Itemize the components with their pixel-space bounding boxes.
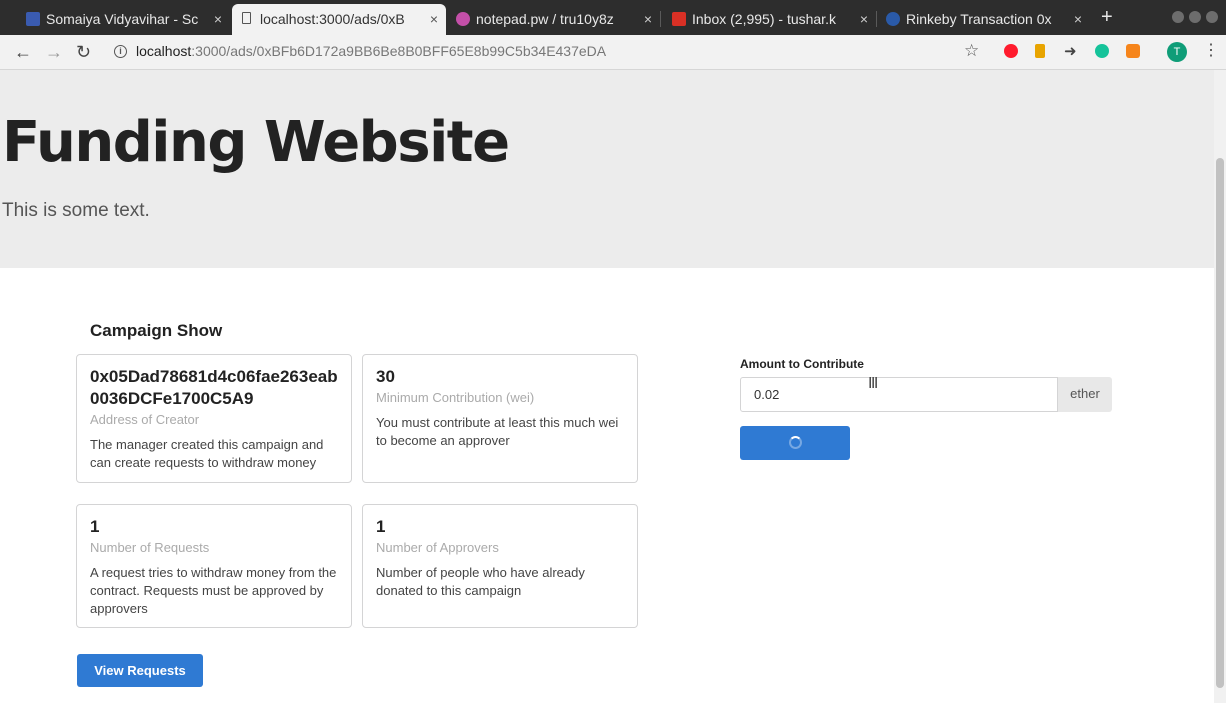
tab-title: localhost:3000/ads/0xB — [260, 11, 405, 27]
forward-arrow-icon[interactable]: → — [45, 41, 63, 63]
contribute-button[interactable] — [740, 426, 850, 460]
creator-address-value: 0x05Dad78681d4c06fae263eab0036DCFe1700C5… — [90, 367, 338, 408]
close-window-icon[interactable] — [1206, 11, 1218, 23]
page-viewport: Funding Website This is some text. Campa… — [0, 70, 1214, 703]
creator-address-card: 0x05Dad78681d4c06fae263eab0036DCFe1700C5… — [76, 354, 352, 483]
approvers-count-value: 1 — [376, 517, 386, 536]
tab-separator — [660, 11, 661, 27]
jumbotron: Funding Website This is some text. — [0, 70, 1214, 268]
profile-avatar[interactable]: T — [1167, 42, 1187, 62]
browser-menu-icon[interactable]: ⋮ — [1203, 40, 1219, 60]
share-arrow-icon[interactable]: ➜ — [1064, 41, 1077, 63]
tab-separator — [876, 11, 877, 27]
tab-title: Inbox (2,995) - tushar.k — [692, 11, 836, 27]
etherscan-icon — [886, 12, 900, 26]
close-tab-icon[interactable]: × — [644, 4, 652, 35]
contribute-amount-label: Amount to Contribute — [740, 357, 864, 371]
somaiya-favicon-icon — [26, 12, 40, 26]
minimize-window-icon[interactable] — [1172, 11, 1184, 23]
minimum-contribution-meta: Minimum Contribution (wei) — [376, 390, 535, 405]
scrollbar-thumb[interactable] — [1216, 158, 1224, 688]
bars-extension-icon[interactable] — [1035, 44, 1045, 58]
requests-count-desc: A request tries to withdraw money from t… — [90, 565, 337, 616]
view-requests-button[interactable]: View Requests — [77, 654, 203, 687]
loading-spinner-icon — [788, 436, 802, 449]
requests-count-value: 1 — [90, 517, 100, 536]
close-tab-icon[interactable]: × — [214, 4, 222, 35]
tab-title: notepad.pw / tru10y8z — [476, 11, 614, 27]
close-tab-icon[interactable]: × — [860, 4, 868, 35]
back-arrow-icon[interactable]: ← — [14, 41, 32, 63]
tab-rinkeby[interactable]: Rinkeby Transaction 0x × — [878, 4, 1090, 35]
new-tab-button[interactable]: + — [1101, 5, 1113, 29]
creator-address-desc: The manager created this campaign and ca… — [90, 437, 324, 470]
page-subtitle: This is some text. — [2, 200, 150, 221]
gmail-icon — [672, 12, 686, 26]
campaign-heading: Campaign Show — [90, 321, 223, 340]
minimum-contribution-card: 30 Minimum Contribution (wei) You must c… — [362, 354, 638, 483]
approvers-count-desc: Number of people who have already donate… — [376, 565, 585, 598]
opera-extension-icon[interactable] — [1004, 44, 1018, 58]
bookmark-star-icon[interactable]: ☆ — [964, 41, 979, 61]
close-tab-icon[interactable]: × — [1074, 4, 1082, 35]
minimum-contribution-value: 30 — [376, 367, 395, 386]
maximize-window-icon[interactable] — [1189, 11, 1201, 23]
approvers-count-meta: Number of Approvers — [376, 540, 499, 555]
url-path: :3000/ads/0xBFb6D172a9BB6Be8B0BFF65E8b99… — [191, 43, 607, 59]
tab-title: Rinkeby Transaction 0x — [906, 11, 1052, 27]
contribute-amount-input[interactable]: 0.02 — [740, 377, 1058, 412]
tab-notepad[interactable]: notepad.pw / tru10y8z × — [448, 4, 660, 35]
url-text[interactable]: localhost:3000/ads/0xBFb6D172a9BB6Be8B0B… — [136, 43, 606, 59]
browser-toolbar: ← → ↻ i localhost:3000/ads/0xBFb6D172a9B… — [0, 35, 1226, 70]
document-icon — [242, 12, 251, 24]
requests-count-meta: Number of Requests — [90, 540, 210, 555]
tab-somaiya[interactable]: Somaiya Vidyavihar - Sc × — [18, 4, 230, 35]
notepad-favicon-icon — [456, 12, 470, 26]
info-icon[interactable]: i — [114, 45, 127, 58]
page-title: Funding Website — [2, 110, 510, 175]
ether-unit-label: ether — [1058, 377, 1112, 412]
requests-count-card: 1 Number of Requests A request tries to … — [76, 504, 352, 628]
metamask-fox-icon[interactable] — [1126, 44, 1140, 58]
close-tab-icon[interactable]: × — [430, 4, 438, 35]
reload-icon[interactable]: ↻ — [76, 41, 91, 63]
browser-tab-strip: Somaiya Vidyavihar - Sc × localhost:3000… — [0, 0, 1226, 35]
approvers-count-card: 1 Number of Approvers Number of people w… — [362, 504, 638, 628]
creator-address-meta: Address of Creator — [90, 412, 200, 427]
address-bar[interactable]: i localhost:3000/ads/0xBFb6D172a9BB6Be8B… — [104, 38, 984, 66]
tab-title: Somaiya Vidyavihar - Sc — [46, 11, 199, 27]
tab-gmail[interactable]: Inbox (2,995) - tushar.k × — [664, 4, 876, 35]
text-cursor-icon: Ⅲ — [868, 375, 879, 392]
tab-localhost[interactable]: localhost:3000/ads/0xB × — [232, 4, 446, 35]
minimum-contribution-desc: You must contribute at least this much w… — [376, 415, 619, 448]
page-scrollbar[interactable] — [1214, 70, 1226, 703]
grammarly-icon[interactable] — [1095, 44, 1109, 58]
url-host: localhost — [136, 43, 192, 59]
